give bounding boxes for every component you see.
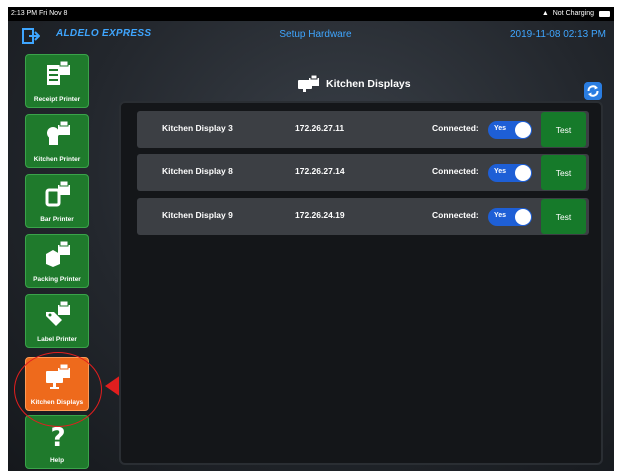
test-button[interactable]: Test (541, 155, 586, 190)
brand-logo: ALDELO EXPRESS (56, 28, 152, 39)
sidebar-item-label: Label Printer (37, 336, 77, 343)
display-name: Kitchen Display 8 (162, 166, 233, 176)
connected-label: Connected: (432, 210, 479, 220)
display-name: Kitchen Display 3 (162, 123, 233, 133)
sidebar-item-receipt-printer[interactable]: Receipt Printer (25, 54, 89, 108)
sidebar-item-bar-printer[interactable]: Bar Printer (25, 174, 89, 228)
status-bar: 2:13 PM Fri Nov 8 ▲ Not Charging (8, 7, 614, 21)
connected-label: Connected: (432, 166, 479, 176)
bar-printer-icon (45, 180, 70, 207)
toggle-label: Yes (494, 212, 507, 219)
sidebar-item-kitchen-printer[interactable]: Kitchen Printer (25, 114, 89, 168)
sidebar-item-label: Help (49, 457, 65, 464)
wifi-icon: ▲ (541, 10, 549, 17)
connected-toggle[interactable]: Yes (488, 208, 532, 226)
toggle-knob (515, 209, 531, 225)
test-button[interactable]: Test (541, 199, 586, 234)
exit-icon[interactable] (22, 27, 40, 45)
refresh-icon[interactable] (584, 82, 602, 100)
sidebar-item-label: Bar Printer (40, 216, 74, 223)
battery-icon (599, 11, 610, 17)
label-printer-icon (46, 300, 70, 326)
kitchen-displays-panel: Kitchen Display 3 172.26.27.11 Connected… (119, 101, 603, 465)
app-screen: 2:13 PM Fri Nov 8 ▲ Not Charging ALDELO … (8, 7, 614, 471)
connected-toggle[interactable]: Yes (488, 164, 532, 182)
list-item: Kitchen Display 8 172.26.27.14 Connected… (137, 154, 589, 191)
content-header: Kitchen Displays (298, 73, 428, 95)
test-button[interactable]: Test (541, 112, 586, 147)
receipt-printer-icon (47, 60, 70, 85)
list-item: Kitchen Display 9 172.26.24.19 Connected… (137, 198, 589, 235)
packing-printer-icon (46, 240, 70, 267)
toggle-knob (515, 122, 531, 138)
sidebar-item-label: Receipt Printer (33, 96, 81, 103)
display-name: Kitchen Display 9 (162, 210, 233, 220)
display-ip: 172.26.24.19 (295, 210, 345, 220)
kitchen-printer-icon (47, 120, 70, 145)
toggle-label: Yes (494, 168, 507, 175)
status-time: 2:13 PM Fri Nov 8 (11, 10, 68, 17)
sidebar-item-label-printer[interactable]: Label Printer (25, 294, 89, 348)
sidebar-item-label: Packing Printer (33, 276, 81, 283)
sidebar-item-packing-printer[interactable]: Packing Printer (25, 234, 89, 288)
screen-title: Setup Hardware (279, 29, 352, 40)
connected-toggle[interactable]: Yes (488, 121, 532, 139)
display-ip: 172.26.27.11 (295, 123, 345, 133)
datetime: 2019-11-08 02:13 PM (510, 29, 606, 40)
display-ip: 172.26.27.14 (295, 166, 345, 176)
page-title: Kitchen Displays (326, 78, 411, 90)
list-item: Kitchen Display 3 172.26.27.11 Connected… (137, 111, 589, 148)
charging-status: Not Charging (552, 10, 594, 17)
toggle-knob (515, 165, 531, 181)
toggle-label: Yes (494, 125, 507, 132)
top-bar: ALDELO EXPRESS Setup Hardware 2019-11-08… (8, 21, 614, 55)
highlight-circle (14, 352, 102, 427)
sidebar-item-label: Kitchen Printer (33, 156, 81, 163)
kitchen-display-icon (298, 75, 319, 92)
connected-label: Connected: (432, 123, 479, 133)
